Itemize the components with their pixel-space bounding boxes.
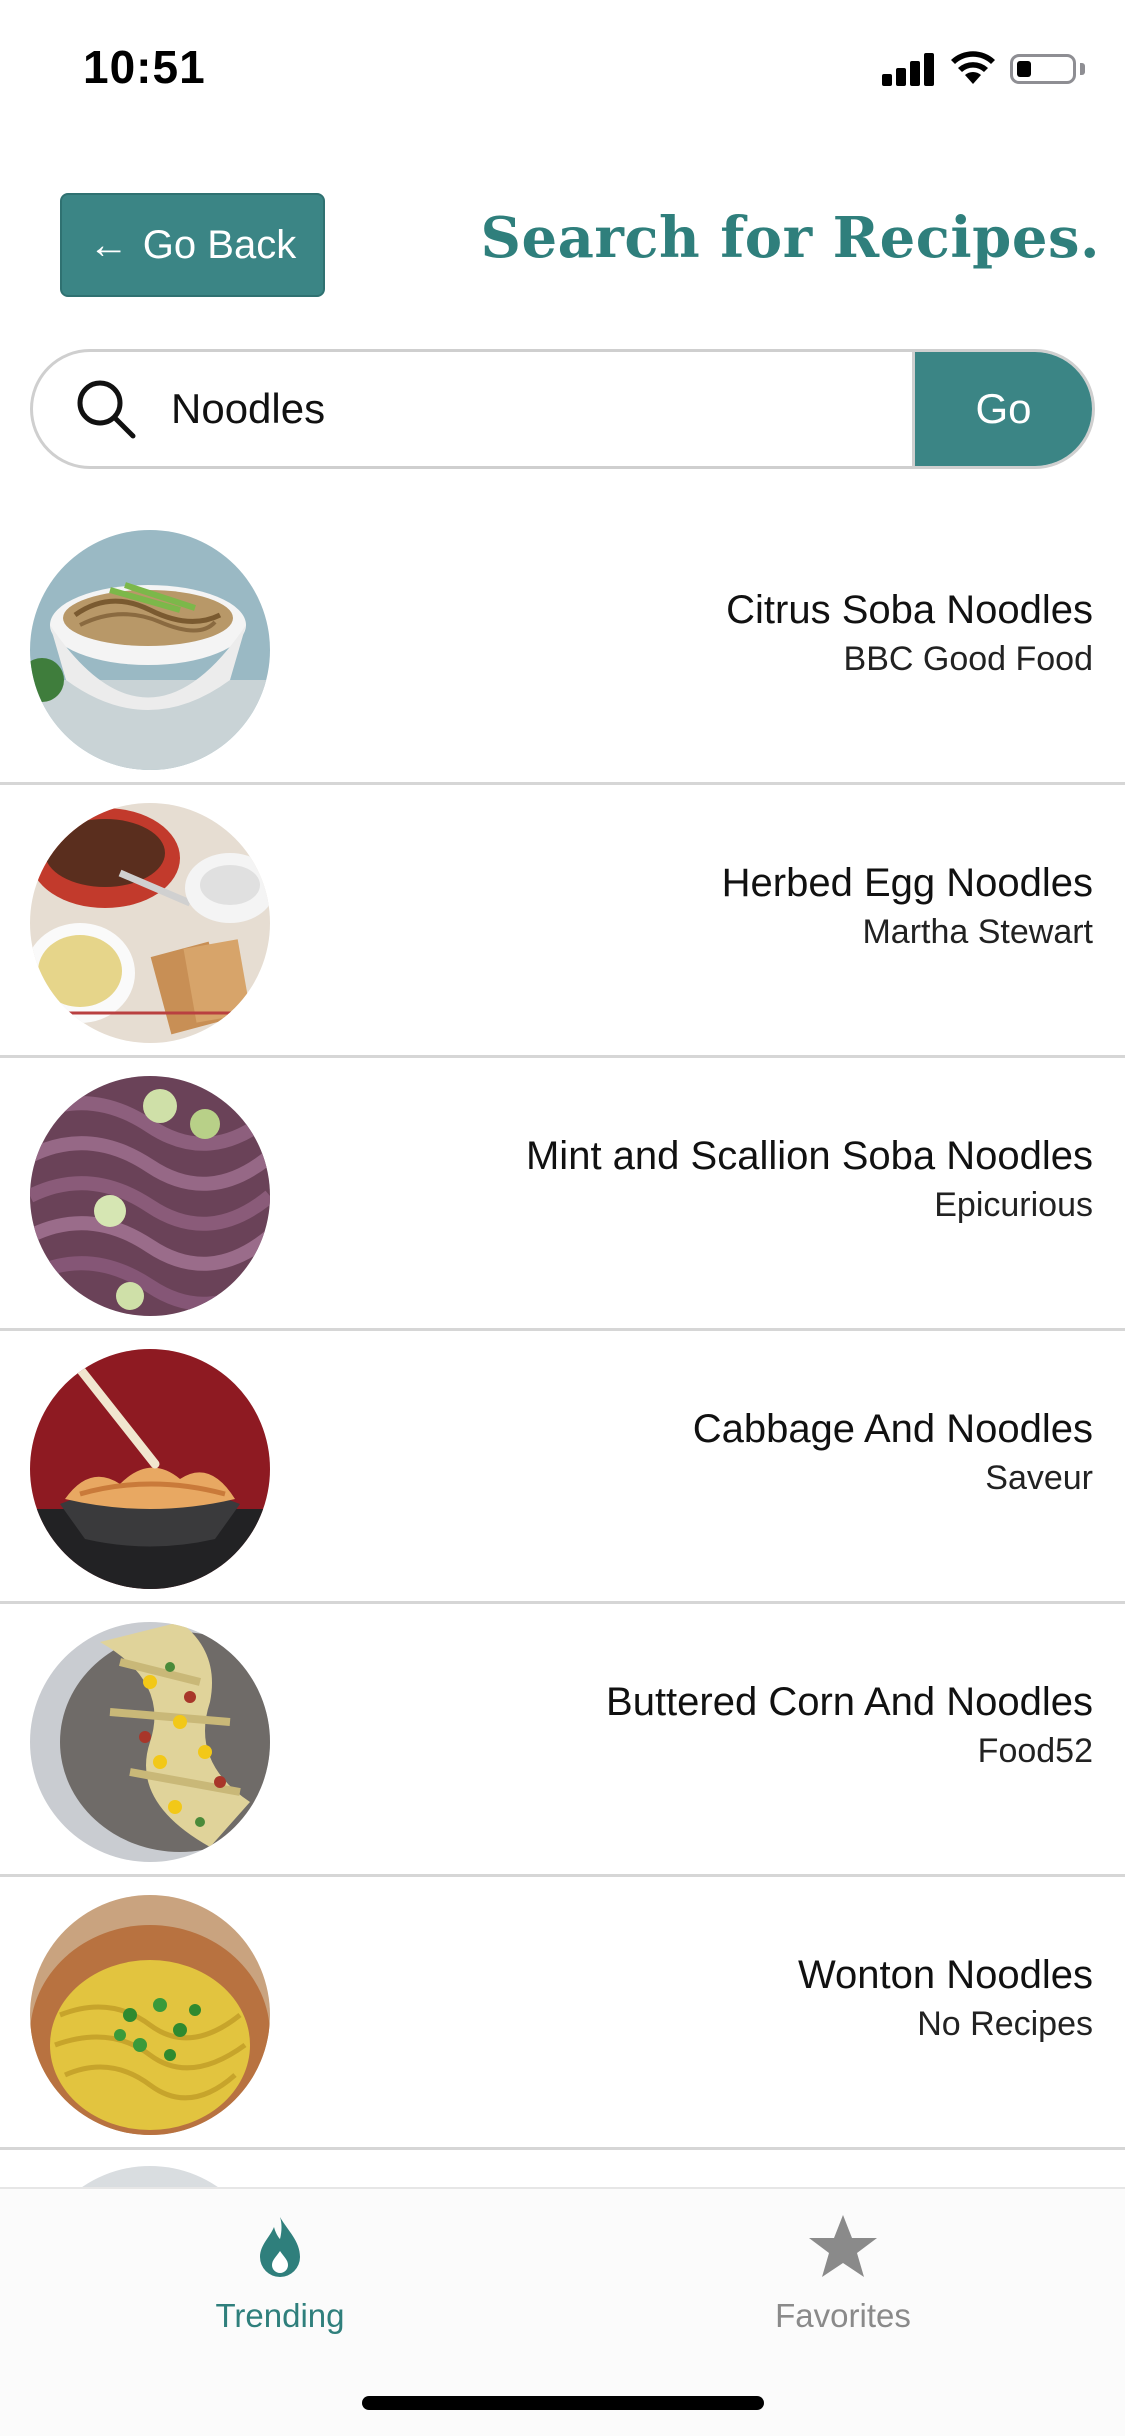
page-title: Search for Recipes. (480, 205, 1100, 271)
recipe-title: Buttered Corn And Noodles (606, 1680, 1093, 1724)
result-text: Mint and Scallion Soba Noodles Epicuriou… (526, 1130, 1093, 1228)
recipe-thumbnail (30, 803, 270, 1043)
wifi-icon (951, 51, 995, 84)
recipe-source: Martha Stewart (862, 913, 1093, 951)
result-row[interactable]: Wonton Noodles No Recipes (0, 1877, 1125, 2150)
search-go-button[interactable]: Go (912, 352, 1092, 466)
recipe-title: Herbed Egg Noodles (721, 861, 1093, 905)
search-icon (77, 380, 136, 439)
recipe-title: Wonton Noodles (798, 1953, 1093, 1997)
recipe-thumbnail (30, 1622, 270, 1862)
result-text: Herbed Egg Noodles Martha Stewart (722, 857, 1093, 955)
flame-icon (260, 2217, 300, 2277)
recipe-source: No Recipes (917, 2005, 1093, 2043)
recipe-thumbnail (30, 2166, 270, 2187)
tab-trending[interactable]: Trending (150, 2211, 410, 2351)
tab-trending-label: Trending (215, 2297, 345, 2334)
recipe-title: Mint and Scallion Soba Noodles (525, 1134, 1093, 1178)
recipe-title: Citrus Soba Noodles (726, 588, 1093, 632)
recipe-source: Food52 (977, 1732, 1093, 1770)
search-bar: Go (30, 349, 1095, 469)
recipe-source: Saveur (985, 1459, 1093, 1497)
recipe-thumbnail (30, 530, 270, 770)
result-row[interactable]: Herbed Egg Noodles Martha Stewart (0, 785, 1125, 1058)
tab-favorites[interactable]: Favorites (713, 2211, 973, 2351)
go-back-label: Go Back (142, 222, 297, 267)
status-time: 10:51 (83, 41, 206, 93)
result-text: Buttered Corn And Noodles Food52 (606, 1676, 1093, 1774)
recipe-thumbnail (30, 1076, 270, 1316)
recipe-search-screen: 10:51 ← Go Back Search for Recipes. Go (0, 0, 1125, 2436)
go-back-button[interactable]: ← Go Back (60, 193, 325, 297)
result-text: Cabbage And Noodles Saveur (693, 1403, 1093, 1501)
cellular-signal-icon (882, 52, 936, 86)
result-text: Citrus Soba Noodles BBC Good Food (726, 584, 1093, 682)
star-icon (809, 2215, 877, 2277)
result-row[interactable]: Mint and Scallion Soba Noodles Epicuriou… (0, 1058, 1125, 1331)
search-input[interactable] (171, 352, 931, 466)
back-arrow-icon: ← (88, 222, 129, 267)
recipe-thumbnail (30, 1895, 270, 2135)
result-row[interactable]: Cabbage And Noodles Saveur (0, 1331, 1125, 1604)
recipe-title: Cabbage And Noodles (692, 1407, 1093, 1451)
recipe-source: BBC Good Food (843, 640, 1093, 678)
tab-favorites-label: Favorites (775, 2297, 911, 2334)
results-list[interactable]: Citrus Soba Noodles BBC Good Food Herbed… (0, 512, 1125, 2187)
battery-cap (1080, 63, 1085, 75)
result-text: Wonton Noodles No Recipes (798, 1949, 1093, 2047)
battery-icon (1010, 54, 1076, 84)
recipe-source: Epicurious (934, 1186, 1093, 1224)
recipe-thumbnail (30, 1349, 270, 1589)
home-indicator[interactable] (362, 2396, 764, 2410)
result-row[interactable]: Buttered Corn And Noodles Food52 (0, 1604, 1125, 1877)
status-bar: 10:51 (0, 0, 1125, 135)
result-row[interactable]: Citrus Soba Noodles BBC Good Food (0, 512, 1125, 785)
